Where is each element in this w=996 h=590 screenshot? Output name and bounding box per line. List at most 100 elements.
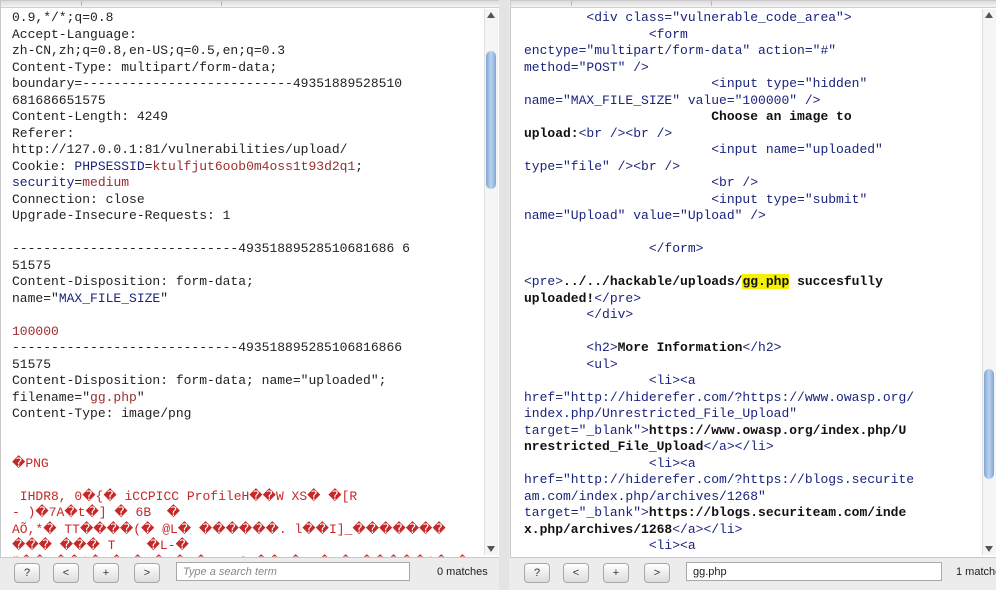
help-button[interactable]: ? [14,563,40,583]
code-token: </div> [524,307,634,322]
response-line: <pre>../../hackable/uploads/gg.php succe… [524,274,981,291]
code-token: -----------------------------49351889528… [12,340,403,355]
request-line [12,472,483,489]
scrollbar-thumb[interactable] [486,51,496,189]
pane-splitter[interactable] [499,0,509,590]
request-line [12,423,483,440]
match-count: 0 matches [437,566,488,578]
scroll-up-arrow-icon[interactable] [487,12,495,18]
code-token: </a></li> [703,439,774,454]
response-line [524,225,981,242]
code-token: Content-Disposition: form-data; [12,274,254,289]
response-line: Choose an image to [524,109,981,126]
code-token: type="file" /><br /> [524,158,681,174]
code-token: ��� ��� T �L-� [12,538,189,553]
code-token: nrestricted_File_Upload [524,439,704,454]
response-line: <input type="submit" [524,192,981,209]
next-match-button[interactable]: > [134,563,160,583]
response-line: am.com/index.php/archives/1268" [524,489,981,506]
scroll-down-arrow-icon[interactable] [487,546,495,552]
code-token: Accept-Language: [12,26,137,42]
code-token: Content-Type: image/png [12,406,192,421]
code-token: More Information [617,340,743,355]
request-line: Content-Type: image/png [12,406,483,423]
previous-match-button[interactable]: < [53,563,79,583]
request-line: -----------------------------49351889528… [12,241,483,258]
response-line: enctype="multipart/form-data" action="#" [524,43,981,60]
code-token: PHPSESSID [74,158,145,174]
request-line: IHDR8, 0�{� iCCPICC ProfileH��W XS� �[R [12,489,483,506]
response-scrollbar[interactable] [982,9,996,555]
request-line: zh-CN,zh;q=0.8,en-US;q=0.5,en;q=0.3 [12,43,483,60]
scroll-down-arrow-icon[interactable] [985,546,993,552]
request-body-text[interactable]: 0.9,*/*;q=0.8 Accept-Language: zh-CN,zh;q=… [12,10,483,557]
code-token: -----------------------------49351889528… [12,241,410,256]
code-token: 51575 [12,356,52,372]
search-input[interactable]: gg.php [686,562,942,581]
code-token: 100000 [12,323,59,339]
code-token: Connection: close [12,191,145,207]
response-body-text[interactable]: <div class="vulnerable_code_area"> <form… [524,10,981,557]
code-token: ; [355,158,364,174]
request-line: boundary=---------------------------4935… [12,76,483,93]
code-token: - )�7A�t�] � 6B � [12,505,181,520]
request-pane: 0.9,*/*;q=0.8 Accept-Language: zh-CN,zh;q=… [0,0,500,558]
code-token: target="_blank"> [524,422,649,438]
code-token: index.php/Unrestricted_File_Upload" [524,406,798,421]
response-line: uploaded!</pre> [524,291,981,308]
search-input[interactable]: Type a search term [176,562,410,581]
code-token: gg.php [742,274,790,289]
request-line [12,225,483,242]
scrollbar-thumb[interactable] [984,369,994,479]
code-token: href="http://hiderefer.com/?https://www.… [524,389,915,405]
response-line: index.php/Unrestricted_File_Upload" [524,406,981,423]
response-line: target="_blank">https://blogs.securiteam… [524,505,981,522]
code-token: AÕ,*� TT����(� @L� ������. l��I]_������� [12,521,446,537]
code-token: filename=" [12,389,91,405]
code-token: zh-CN,zh;q=0.8,en-US;q=0.5,en;q=0.3 [12,43,286,58]
code-token: href="http://hiderefer.com/?https://blog… [524,472,915,487]
code-token: " [160,290,169,306]
response-line: <li><a [524,456,981,473]
code-token: <ul> [524,356,618,372]
response-line: x.php/archives/1268</a></li> [524,522,981,539]
help-button[interactable]: ? [524,563,550,583]
code-token: <br /> [524,175,759,190]
request-line: 51575 [12,258,483,275]
match-count: 1 matches [956,566,996,578]
code-token: name=" [12,290,59,306]
request-line: Content-Disposition: form-data; name="up… [12,373,483,390]
code-token: ktulfjut6oob0m4oss1t93d2q1 [152,158,356,174]
code-token: IHDR8, 0�{� iCCPICC ProfileH��W XS� �[R [12,488,358,504]
scroll-up-arrow-icon[interactable] [985,12,993,18]
code-token: boundary=---------------------------4935… [12,76,403,91]
response-line: type="file" /><br /> [524,159,981,176]
response-line: <ul> [524,357,981,374]
request-line: ��� ��� T �L-� [12,538,483,555]
code-token: https://www.owasp.org/index.php/U [648,422,907,438]
response-line: </div> [524,307,981,324]
code-token: security [12,175,75,190]
response-line: <br /> [524,175,981,192]
next-match-button[interactable]: > [644,563,670,583]
code-token: ../../hackable/uploads/ [563,274,743,289]
response-line: <form [524,27,981,44]
code-token: name="MAX_FILE_SIZE" value="100000" /> [524,92,821,108]
code-token: enctype="multipart/form-data" action="#" [524,43,837,58]
search-options-button[interactable]: + [603,563,629,583]
code-token: <h2> [524,340,618,355]
request-line: - )�7A�t�] � 6B � [12,505,483,522]
tab-strip [1,1,499,8]
code-token: <form [524,26,688,42]
request-line: filename="gg.php" [12,390,483,407]
request-scrollbar[interactable] [484,9,498,555]
code-token: x.php/archives/1268 [524,521,673,537]
code-token: Upgrade-Insecure-Requests: 1 [12,208,231,223]
previous-match-button[interactable]: < [563,563,589,583]
code-token: name="Upload" value="Upload" /> [524,208,766,223]
response-pane: <div class="vulnerable_code_area"> <form… [510,0,996,558]
request-line: -----------------------------49351889528… [12,340,483,357]
search-options-button[interactable]: + [93,563,119,583]
request-line: 51575 [12,357,483,374]
